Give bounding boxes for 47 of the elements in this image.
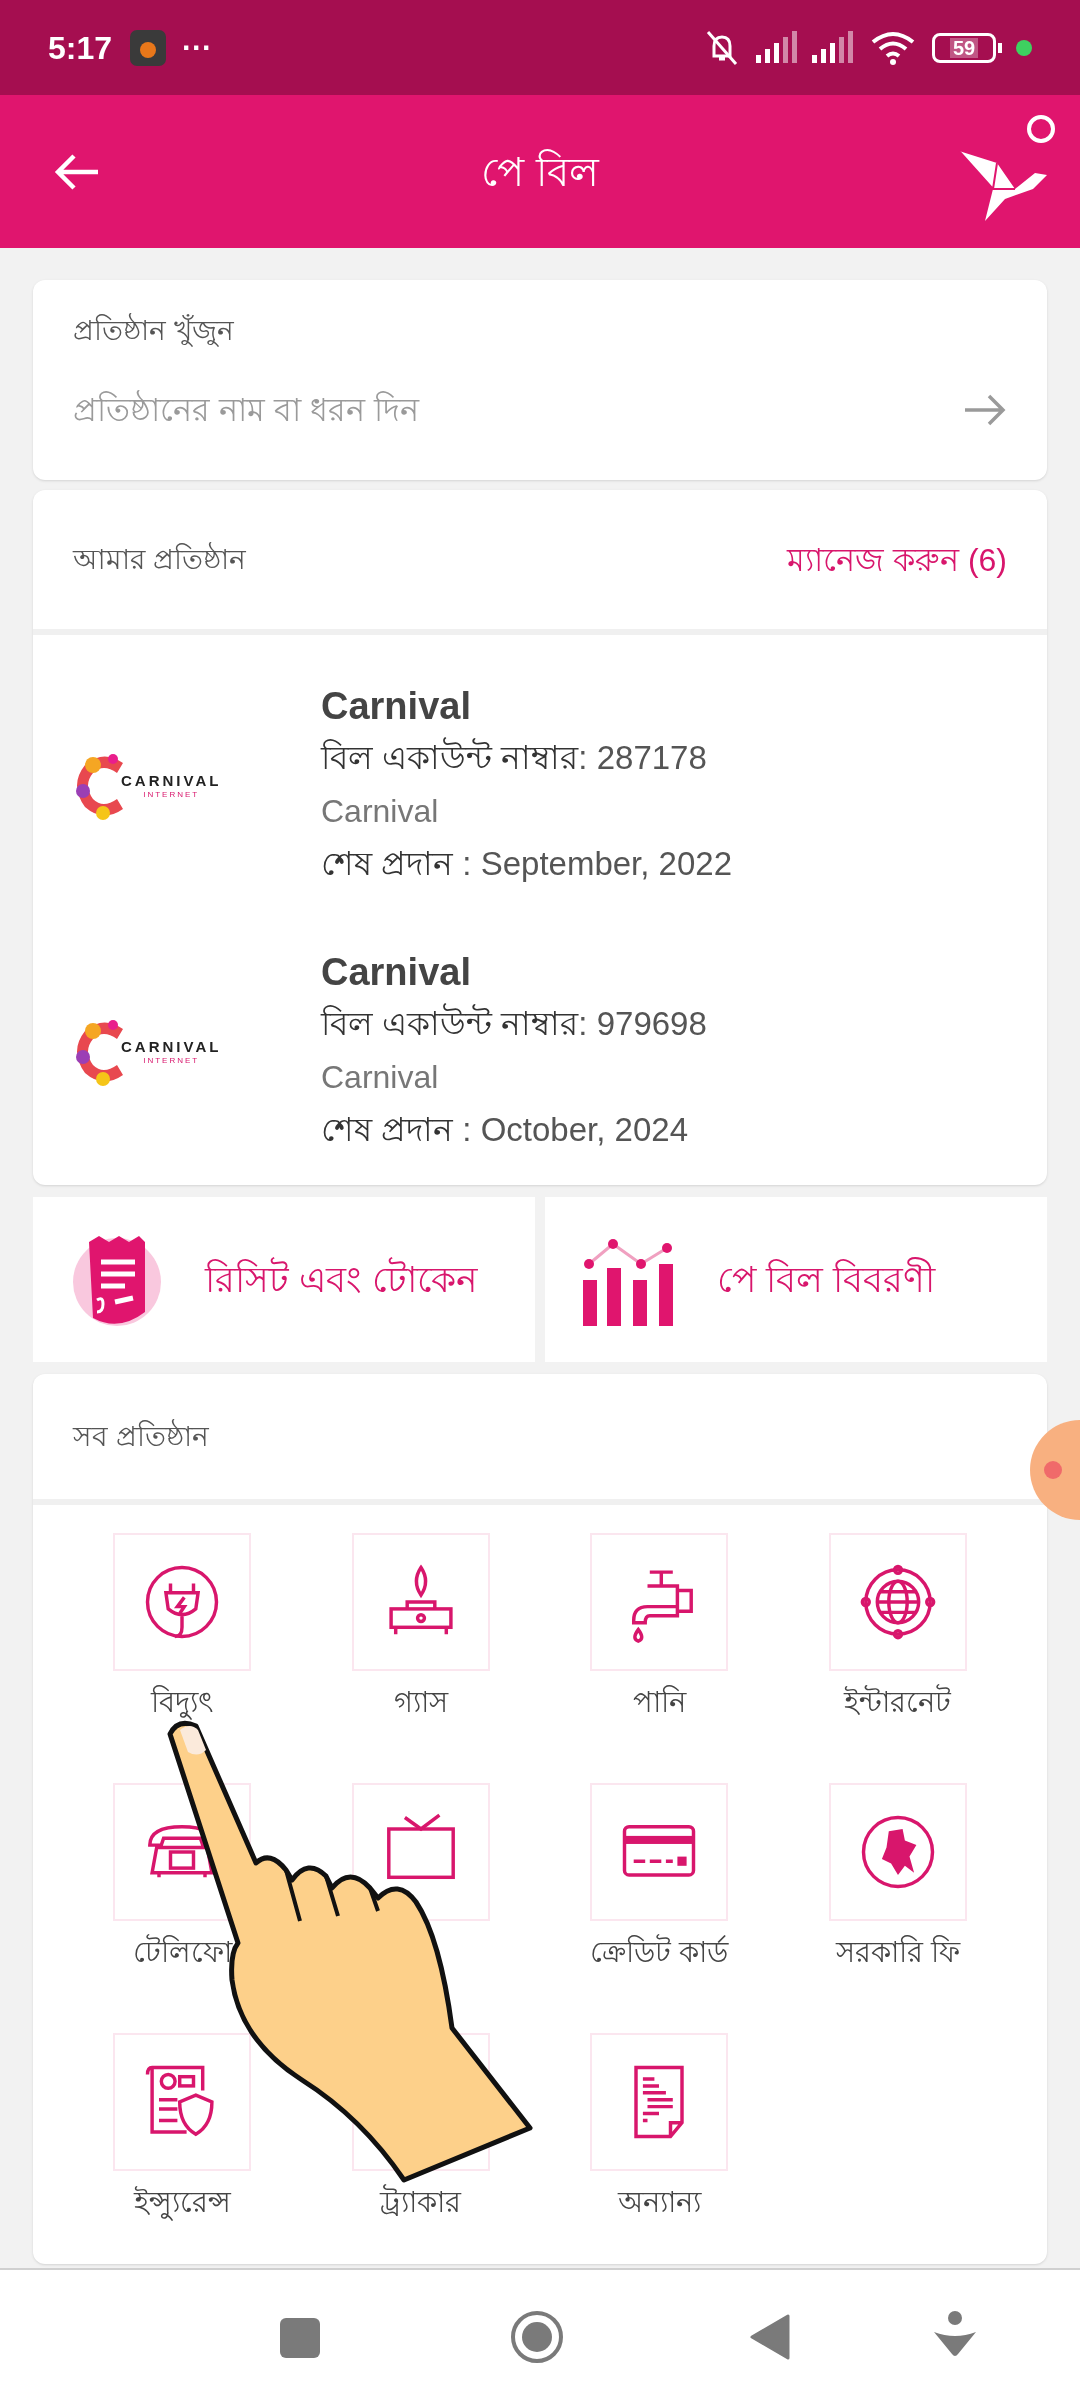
provider-name: Carnival <box>321 1058 440 1097</box>
signal-icon <box>812 30 856 65</box>
search-field[interactable]: প্রতিষ্ঠানের নাম বা ধরন দিন <box>73 386 963 434</box>
app-notification-icon <box>130 29 167 66</box>
category-label: ইন্টারনেট <box>844 1683 952 1720</box>
last-payment: শেষ প্রদান : September, 2022 <box>321 844 733 884</box>
category-tile[interactable] <box>590 1533 729 1671</box>
more-notifications: ··· <box>182 30 213 66</box>
last-payment: শেষ প্রদান : October, 2024 <box>321 1110 689 1150</box>
logo: CARNIVAL INTERNET <box>73 751 273 821</box>
back-button[interactable] <box>750 2314 790 2360</box>
category-label: ট্র্যাকার <box>380 2183 462 2220</box>
category-label: পানি <box>632 1684 686 1720</box>
institution-name: Carnival <box>321 950 472 995</box>
search-label: প্রতিষ্ঠান খুঁজুন <box>73 312 235 349</box>
category-label: সরকারি ফি <box>835 1934 960 1970</box>
account-number: বিল একাউন্ট নাম্বার: 979698 <box>321 1002 707 1044</box>
shortcut-button[interactable]: পে বিল বিবরণী <box>545 1197 1047 1362</box>
shortcut-label: রিসিট এবং টোকেন <box>205 1256 477 1302</box>
section-title: সব প্রতিষ্ঠান <box>73 1418 209 1454</box>
signal-icon <box>756 30 800 65</box>
logo: CARNIVAL INTERNET <box>73 1017 273 1087</box>
category-tile[interactable] <box>351 1533 490 1671</box>
institution-name: Carnival <box>321 684 472 729</box>
category-tile[interactable] <box>113 1533 252 1671</box>
category-label: গ্যাস <box>393 1685 448 1720</box>
category-label: ইন্স্যুরেন্স <box>133 2181 231 2231</box>
category-label: ক্রেডিট কার্ড <box>590 1933 729 1970</box>
category-label: টেলিফো <box>132 1933 232 1970</box>
section-title: আমার প্রতিষ্ঠান <box>73 541 246 577</box>
category-label: বিদ্যুৎ <box>150 1684 214 1722</box>
status-time: 5:17 <box>48 28 113 68</box>
category-tile[interactable] <box>828 1783 967 1921</box>
shortcut-button[interactable]: রিসিট এবং টোকেন <box>33 1197 535 1362</box>
manage-link[interactable]: ম্যানেজ করুন (6) <box>787 535 1007 584</box>
provider-name: Carnival <box>321 792 440 831</box>
category-tile[interactable] <box>113 2033 252 2171</box>
page-title: পে বিল <box>481 148 599 196</box>
back-arrow-icon[interactable] <box>54 151 100 192</box>
account-number: বিল একাউন্ট নাম্বার: 287178 <box>321 736 708 778</box>
category-tile[interactable] <box>828 1533 967 1671</box>
wifi-icon <box>870 29 916 66</box>
category-tile[interactable] <box>590 2033 729 2171</box>
category-label: অন্যান্য <box>617 2185 701 2220</box>
shortcut-label: পে বিল বিবরণী <box>717 1256 935 1302</box>
home-button[interactable] <box>510 2310 564 2364</box>
category-tile[interactable] <box>590 1783 729 1921</box>
